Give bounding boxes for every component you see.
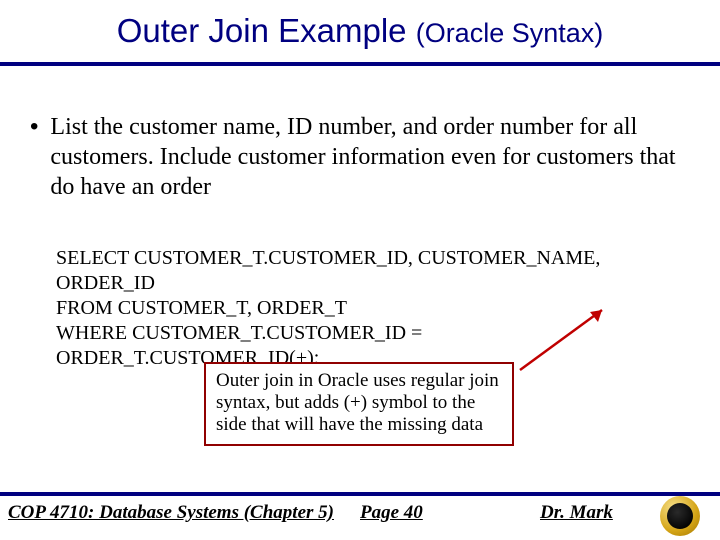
bullet-item: • List the customer name, ID number, and… [30, 112, 690, 202]
slide-title: Outer Join Example (Oracle Syntax) [0, 12, 720, 50]
bullet-marker: • [30, 112, 38, 142]
divider-bottom [0, 492, 720, 496]
divider-top [0, 62, 720, 66]
sql-code-block: SELECT CUSTOMER_T.CUSTOMER_ID, CUSTOMER_… [56, 246, 686, 371]
ucf-logo-icon [660, 496, 700, 536]
sql-line-2: FROM CUSTOMER_T, ORDER_T [56, 296, 686, 321]
bullet-text: List the customer name, ID number, and o… [50, 112, 690, 202]
callout-text: Outer join in Oracle uses regular join s… [216, 370, 499, 435]
slide: Outer Join Example (Oracle Syntax) • Lis… [0, 0, 720, 540]
title-subtitle: (Oracle Syntax) [416, 18, 604, 48]
footer-page: Page 40 [360, 502, 423, 524]
sql-line-1: SELECT CUSTOMER_T.CUSTOMER_ID, CUSTOMER_… [56, 246, 686, 296]
footer-course: COP 4710: Database Systems (Chapter 5) [8, 502, 334, 524]
callout-box: Outer join in Oracle uses regular join s… [204, 362, 514, 446]
title-main: Outer Join Example [117, 12, 416, 49]
footer-author: Dr. Mark [540, 502, 613, 524]
